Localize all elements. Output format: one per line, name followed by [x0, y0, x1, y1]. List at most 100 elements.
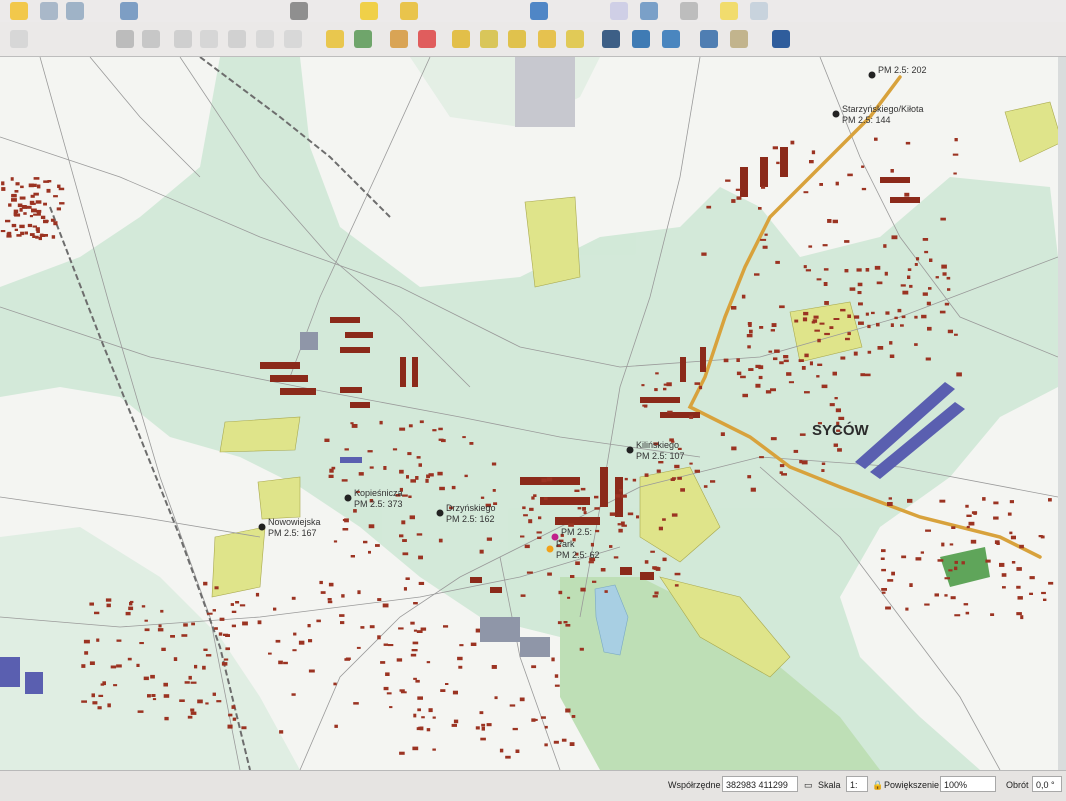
paste-icon[interactable]: [228, 30, 246, 48]
plugin-icon[interactable]: [730, 30, 748, 48]
zoom-field[interactable]: 100%: [940, 776, 996, 792]
house: [214, 627, 218, 630]
house: [835, 408, 841, 413]
house: [328, 582, 334, 587]
rotation-field[interactable]: 0,0 °: [1032, 776, 1062, 792]
house: [575, 561, 580, 565]
house: [194, 664, 198, 669]
house: [592, 580, 597, 583]
house: [554, 674, 559, 678]
label-tool-icon[interactable]: [326, 30, 344, 48]
map-tips-icon[interactable]: [720, 2, 738, 20]
station-marker[interactable]: [258, 523, 266, 531]
house: [833, 443, 838, 447]
house: [144, 628, 150, 632]
show-hide-label-icon[interactable]: [418, 30, 436, 48]
calculator-icon[interactable]: [640, 2, 658, 20]
house: [865, 268, 870, 272]
python-icon[interactable]: [700, 30, 718, 48]
station-marker[interactable]: [546, 545, 554, 553]
house: [783, 359, 789, 363]
add-feature-icon[interactable]: [142, 30, 160, 48]
refresh-icon[interactable]: [290, 2, 308, 20]
house: [761, 186, 766, 189]
help-icon[interactable]: [772, 30, 790, 48]
cut-icon[interactable]: [174, 30, 192, 48]
house: [885, 311, 890, 315]
search-icon[interactable]: [750, 2, 768, 20]
pan-icon[interactable]: [120, 2, 138, 20]
move-label-icon[interactable]: [452, 30, 470, 48]
house: [772, 146, 778, 150]
house: [952, 153, 959, 156]
house: [755, 364, 761, 368]
edit-pencil-icon[interactable]: [10, 30, 28, 48]
station-marker[interactable]: [344, 494, 352, 502]
house: [187, 715, 193, 719]
station-marker[interactable]: [626, 446, 634, 454]
house: [387, 644, 394, 647]
globe-zoom-icon[interactable]: [632, 30, 650, 48]
house: [840, 356, 846, 360]
house: [164, 716, 169, 721]
save-edits-icon[interactable]: [116, 30, 134, 48]
house: [600, 568, 606, 572]
house: [1041, 591, 1046, 595]
house: [827, 219, 832, 223]
station-name: Kilińskiego: [636, 440, 679, 450]
house: [21, 205, 27, 209]
house: [110, 665, 117, 669]
house: [861, 187, 867, 191]
house: [202, 665, 206, 670]
map-canvas[interactable]: PM 2.5: 202 Starzyńskiego/Kiłota PM 2.5: 1…: [0, 57, 1058, 770]
select-icon[interactable]: [360, 2, 378, 20]
copy-icon[interactable]: [200, 30, 218, 48]
house: [900, 284, 906, 287]
house: [773, 357, 778, 361]
pin-label-icon[interactable]: [390, 30, 408, 48]
house: [225, 647, 230, 651]
scale-select[interactable]: 1:: [846, 776, 868, 792]
identify-icon[interactable]: [530, 2, 548, 20]
house: [582, 507, 586, 511]
house: [402, 552, 409, 556]
station-marker[interactable]: [436, 509, 444, 517]
house: [546, 477, 553, 482]
house: [298, 640, 305, 645]
ruler-icon[interactable]: [680, 2, 698, 20]
house: [128, 606, 134, 611]
house: [401, 520, 406, 525]
house: [821, 384, 828, 389]
zoom-in-icon[interactable]: [66, 2, 84, 20]
attribute-table-icon[interactable]: [400, 2, 418, 20]
open-project-icon[interactable]: [10, 2, 28, 20]
house: [97, 706, 102, 710]
house: [273, 607, 277, 611]
rotate-label-icon[interactable]: [480, 30, 498, 48]
house: [227, 724, 233, 729]
diagram-icon[interactable]: [354, 30, 372, 48]
globe-info-icon[interactable]: [662, 30, 680, 48]
lock-icon[interactable]: 🔒: [872, 780, 883, 791]
house: [408, 424, 413, 428]
station-marker[interactable]: [868, 71, 876, 79]
house: [655, 372, 659, 375]
globe-search-icon[interactable]: [602, 30, 620, 48]
house: [453, 719, 459, 724]
house: [403, 587, 407, 591]
change-label-icon[interactable]: [508, 30, 526, 48]
house: [694, 469, 700, 473]
redo-icon[interactable]: [284, 30, 302, 48]
house: [788, 381, 794, 384]
house: [595, 529, 600, 533]
station-marker[interactable]: [832, 110, 840, 118]
label-options-icon[interactable]: [566, 30, 584, 48]
house: [804, 391, 810, 394]
zoom-full-icon[interactable]: [40, 2, 58, 20]
house: [890, 323, 894, 327]
house: [406, 475, 409, 479]
label-properties-icon[interactable]: [538, 30, 556, 48]
sum-icon[interactable]: [610, 2, 628, 20]
coords-field[interactable]: 382983 411299: [722, 776, 798, 792]
undo-icon[interactable]: [256, 30, 274, 48]
